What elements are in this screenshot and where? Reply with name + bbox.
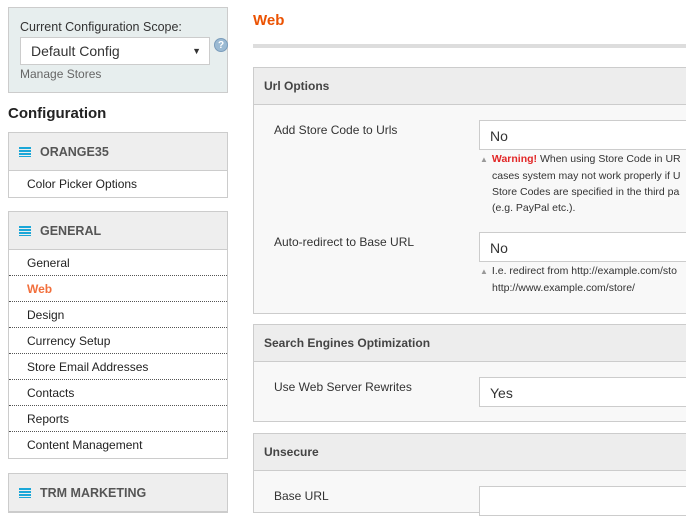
scope-value: Default Config	[31, 43, 120, 59]
auto-redirect-select[interactable]: No	[479, 232, 686, 262]
group-trm-marketing: TRM MARKETING	[8, 473, 228, 513]
group-header[interactable]: ORANGE35	[9, 133, 227, 171]
sidebar-item-general[interactable]: General	[9, 250, 227, 276]
note-text: I.e. redirect from http://example.com/st…	[491, 265, 677, 277]
page-title: Web	[253, 12, 285, 29]
add-store-code-select[interactable]: No	[479, 120, 686, 150]
sidebar-item-reports[interactable]: Reports	[9, 406, 227, 432]
note-text: http://www.example.com/store/	[492, 282, 635, 294]
note-text: cases system may not work properly if U	[492, 170, 681, 182]
base-url-input[interactable]	[479, 486, 686, 516]
sidebar-item-web[interactable]: Web	[9, 276, 227, 302]
field-label: Add Store Code to Urls	[274, 123, 398, 137]
web-server-rewrites-select[interactable]: Yes	[479, 377, 686, 407]
configuration-heading: Configuration	[8, 105, 107, 122]
field-label: Base URL	[274, 489, 329, 503]
scope-switcher: Current Configuration Scope: Default Con…	[8, 7, 228, 93]
sidebar-item-content[interactable]: Content Management	[9, 432, 227, 458]
scope-select[interactable]: Default Config ▼	[20, 37, 210, 65]
section-unsecure: Unsecure Base URL	[253, 433, 686, 516]
manage-stores-link[interactable]: Manage Stores	[20, 67, 101, 81]
help-icon[interactable]: ?	[214, 38, 228, 52]
triangle-icon: ▲	[480, 267, 488, 276]
section-seo: Search Engines Optimization Use Web Serv…	[253, 324, 686, 422]
group-general: GENERAL General Web Design Currency Setu…	[8, 211, 228, 459]
group-title: TRM MARKETING	[40, 485, 147, 500]
menu-icon	[19, 146, 31, 157]
sidebar-item-currency[interactable]: Currency Setup	[9, 328, 227, 354]
section-header[interactable]: Unsecure	[254, 434, 686, 471]
section-url-options: Url Options Add Store Code to Urls No ▲ W…	[253, 67, 686, 314]
divider	[253, 44, 686, 48]
group-header[interactable]: GENERAL	[9, 212, 227, 250]
triangle-icon: ▲	[480, 155, 488, 164]
group-title: ORANGE35	[40, 144, 109, 159]
group-orange35: ORANGE35 Color Picker Options	[8, 132, 228, 198]
sidebar-item-store-email[interactable]: Store Email Addresses	[9, 354, 227, 380]
note-text: (e.g. PayPal etc.).	[492, 202, 576, 214]
sidebar-item-color-picker[interactable]: Color Picker Options	[9, 171, 227, 197]
group-title: GENERAL	[40, 223, 102, 238]
warning-label: Warning!	[491, 153, 538, 165]
sidebar-item-contacts[interactable]: Contacts	[9, 380, 227, 406]
scope-label: Current Configuration Scope:	[20, 20, 182, 34]
field-label: Auto-redirect to Base URL	[274, 235, 415, 249]
section-header[interactable]: Search Engines Optimization	[254, 325, 686, 362]
menu-icon	[19, 225, 31, 236]
field-note: ▲ I.e. redirect from http://example.com/s…	[480, 263, 686, 296]
dropdown-arrow-icon: ▼	[192, 46, 201, 56]
group-header[interactable]: TRM MARKETING	[9, 474, 227, 512]
section-header[interactable]: Url Options	[254, 68, 686, 105]
sidebar-item-design[interactable]: Design	[9, 302, 227, 328]
field-note: ▲ Warning! When using Store Code in UR ca…	[480, 151, 686, 216]
menu-icon	[19, 487, 31, 498]
note-text: When using Store Code in UR	[539, 153, 681, 165]
field-label: Use Web Server Rewrites	[274, 380, 412, 394]
note-text: Store Codes are specified in the third p…	[492, 186, 680, 198]
